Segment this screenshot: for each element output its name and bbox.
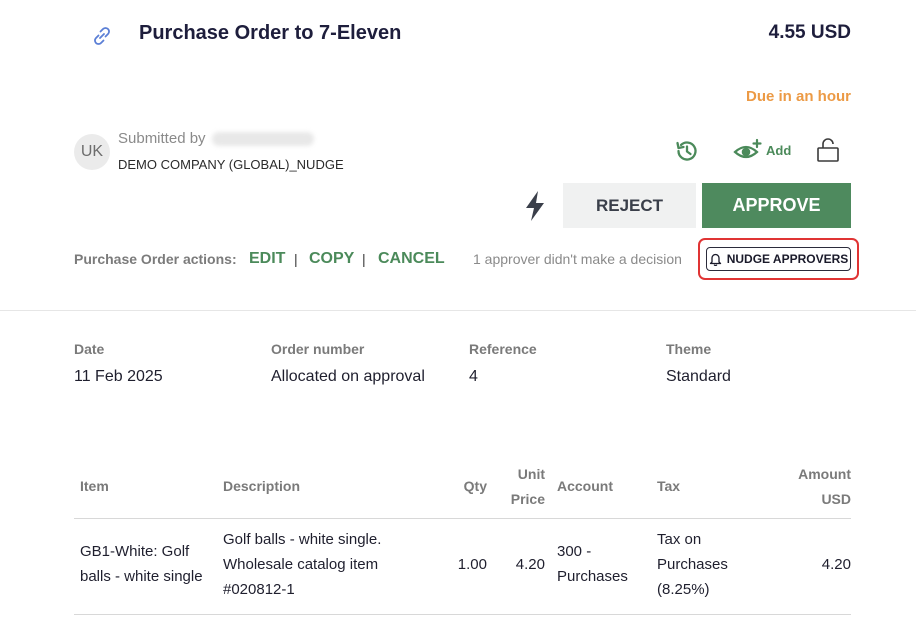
copy-link[interactable]: COPY: [309, 250, 354, 268]
cancel-link[interactable]: CANCEL: [378, 250, 445, 268]
column-header-qty: Qty: [463, 478, 487, 494]
date-value: 11 Feb 2025: [74, 368, 163, 385]
bell-icon: [709, 253, 721, 266]
po-actions-label: Purchase Order actions:: [74, 251, 237, 267]
order-number-label: Order number: [271, 341, 365, 357]
lightning-icon[interactable]: [522, 190, 548, 222]
unit-price-header-line: Price: [510, 491, 545, 507]
reference-label: Reference: [469, 341, 537, 357]
cell-line: Tax on: [657, 531, 702, 548]
unit-price-header-line: Unit: [517, 466, 545, 482]
cell-line: Golf balls - white single.: [223, 531, 382, 548]
submitted-by-label: Submitted by: [118, 130, 206, 147]
cell-line: Purchases: [657, 556, 728, 573]
nudge-approvers-button[interactable]: NUDGE APPROVERS: [706, 247, 851, 271]
cell-line: balls - white single: [80, 568, 203, 585]
submitter-name-redacted: [211, 131, 314, 146]
cell-item: GB1-White: Golf balls - white single: [80, 539, 203, 589]
separator: |: [362, 251, 366, 267]
reference-value: 4: [469, 368, 478, 385]
nudge-approvers-label: NUDGE APPROVERS: [726, 252, 849, 266]
cell-line: Wholesale catalog item: [223, 556, 379, 573]
amount-header-line: USD: [821, 491, 851, 507]
unlock-icon[interactable]: [815, 136, 841, 164]
column-header-account: Account: [557, 478, 613, 494]
amount-header-line: Amount: [798, 466, 851, 482]
column-header-tax: Tax: [657, 478, 681, 494]
add-watcher-button[interactable]: Add: [733, 138, 791, 162]
column-header-unit-price: Unit Price: [511, 462, 545, 512]
separator: |: [294, 251, 298, 267]
total-amount: 4.55 USD: [768, 22, 851, 43]
submitted-by: Submitted by: [118, 130, 314, 147]
cell-line: #020812-1: [223, 581, 295, 598]
date-label: Date: [74, 341, 105, 357]
column-header-amount: Amount USD: [798, 462, 851, 512]
cell-amount: 4.20: [821, 556, 851, 573]
edit-link[interactable]: EDIT: [249, 250, 285, 268]
cell-line: (8.25%): [657, 581, 710, 598]
table-row-rule: [74, 614, 851, 615]
reject-button[interactable]: REJECT: [563, 183, 696, 228]
section-divider: [0, 310, 916, 311]
avatar: UK: [74, 134, 110, 170]
approve-button[interactable]: APPROVE: [702, 183, 851, 228]
cell-line: GB1-White: Golf: [80, 543, 190, 560]
link-icon: [94, 27, 110, 45]
company-name: DEMO COMPANY (GLOBAL)_NUDGE: [118, 157, 344, 172]
column-header-item: Item: [80, 478, 109, 494]
eye-plus-icon: [733, 138, 762, 159]
cell-unit-price: 4.20: [515, 556, 545, 573]
column-header-description: Description: [223, 478, 301, 494]
add-watcher-label: Add: [766, 142, 792, 158]
cell-tax: Tax on Purchases (8.25%): [657, 527, 728, 602]
due-status: Due in an hour: [746, 88, 851, 105]
cell-line: 300 -: [557, 543, 592, 560]
cell-account: 300 - Purchases: [557, 539, 628, 589]
history-icon[interactable]: [674, 138, 700, 164]
cell-description: Golf balls - white single. Wholesale cat…: [223, 527, 381, 602]
approver-status-text: 1 approver didn't make a decision: [473, 251, 682, 267]
theme-value: Standard: [666, 368, 731, 385]
order-number-value: Allocated on approval: [271, 368, 425, 385]
cell-line: Purchases: [557, 568, 628, 585]
table-header-rule: [74, 518, 851, 519]
theme-label: Theme: [666, 341, 712, 357]
cell-qty: 1.00: [457, 556, 487, 573]
page-title: Purchase Order to 7-Eleven: [139, 22, 402, 44]
